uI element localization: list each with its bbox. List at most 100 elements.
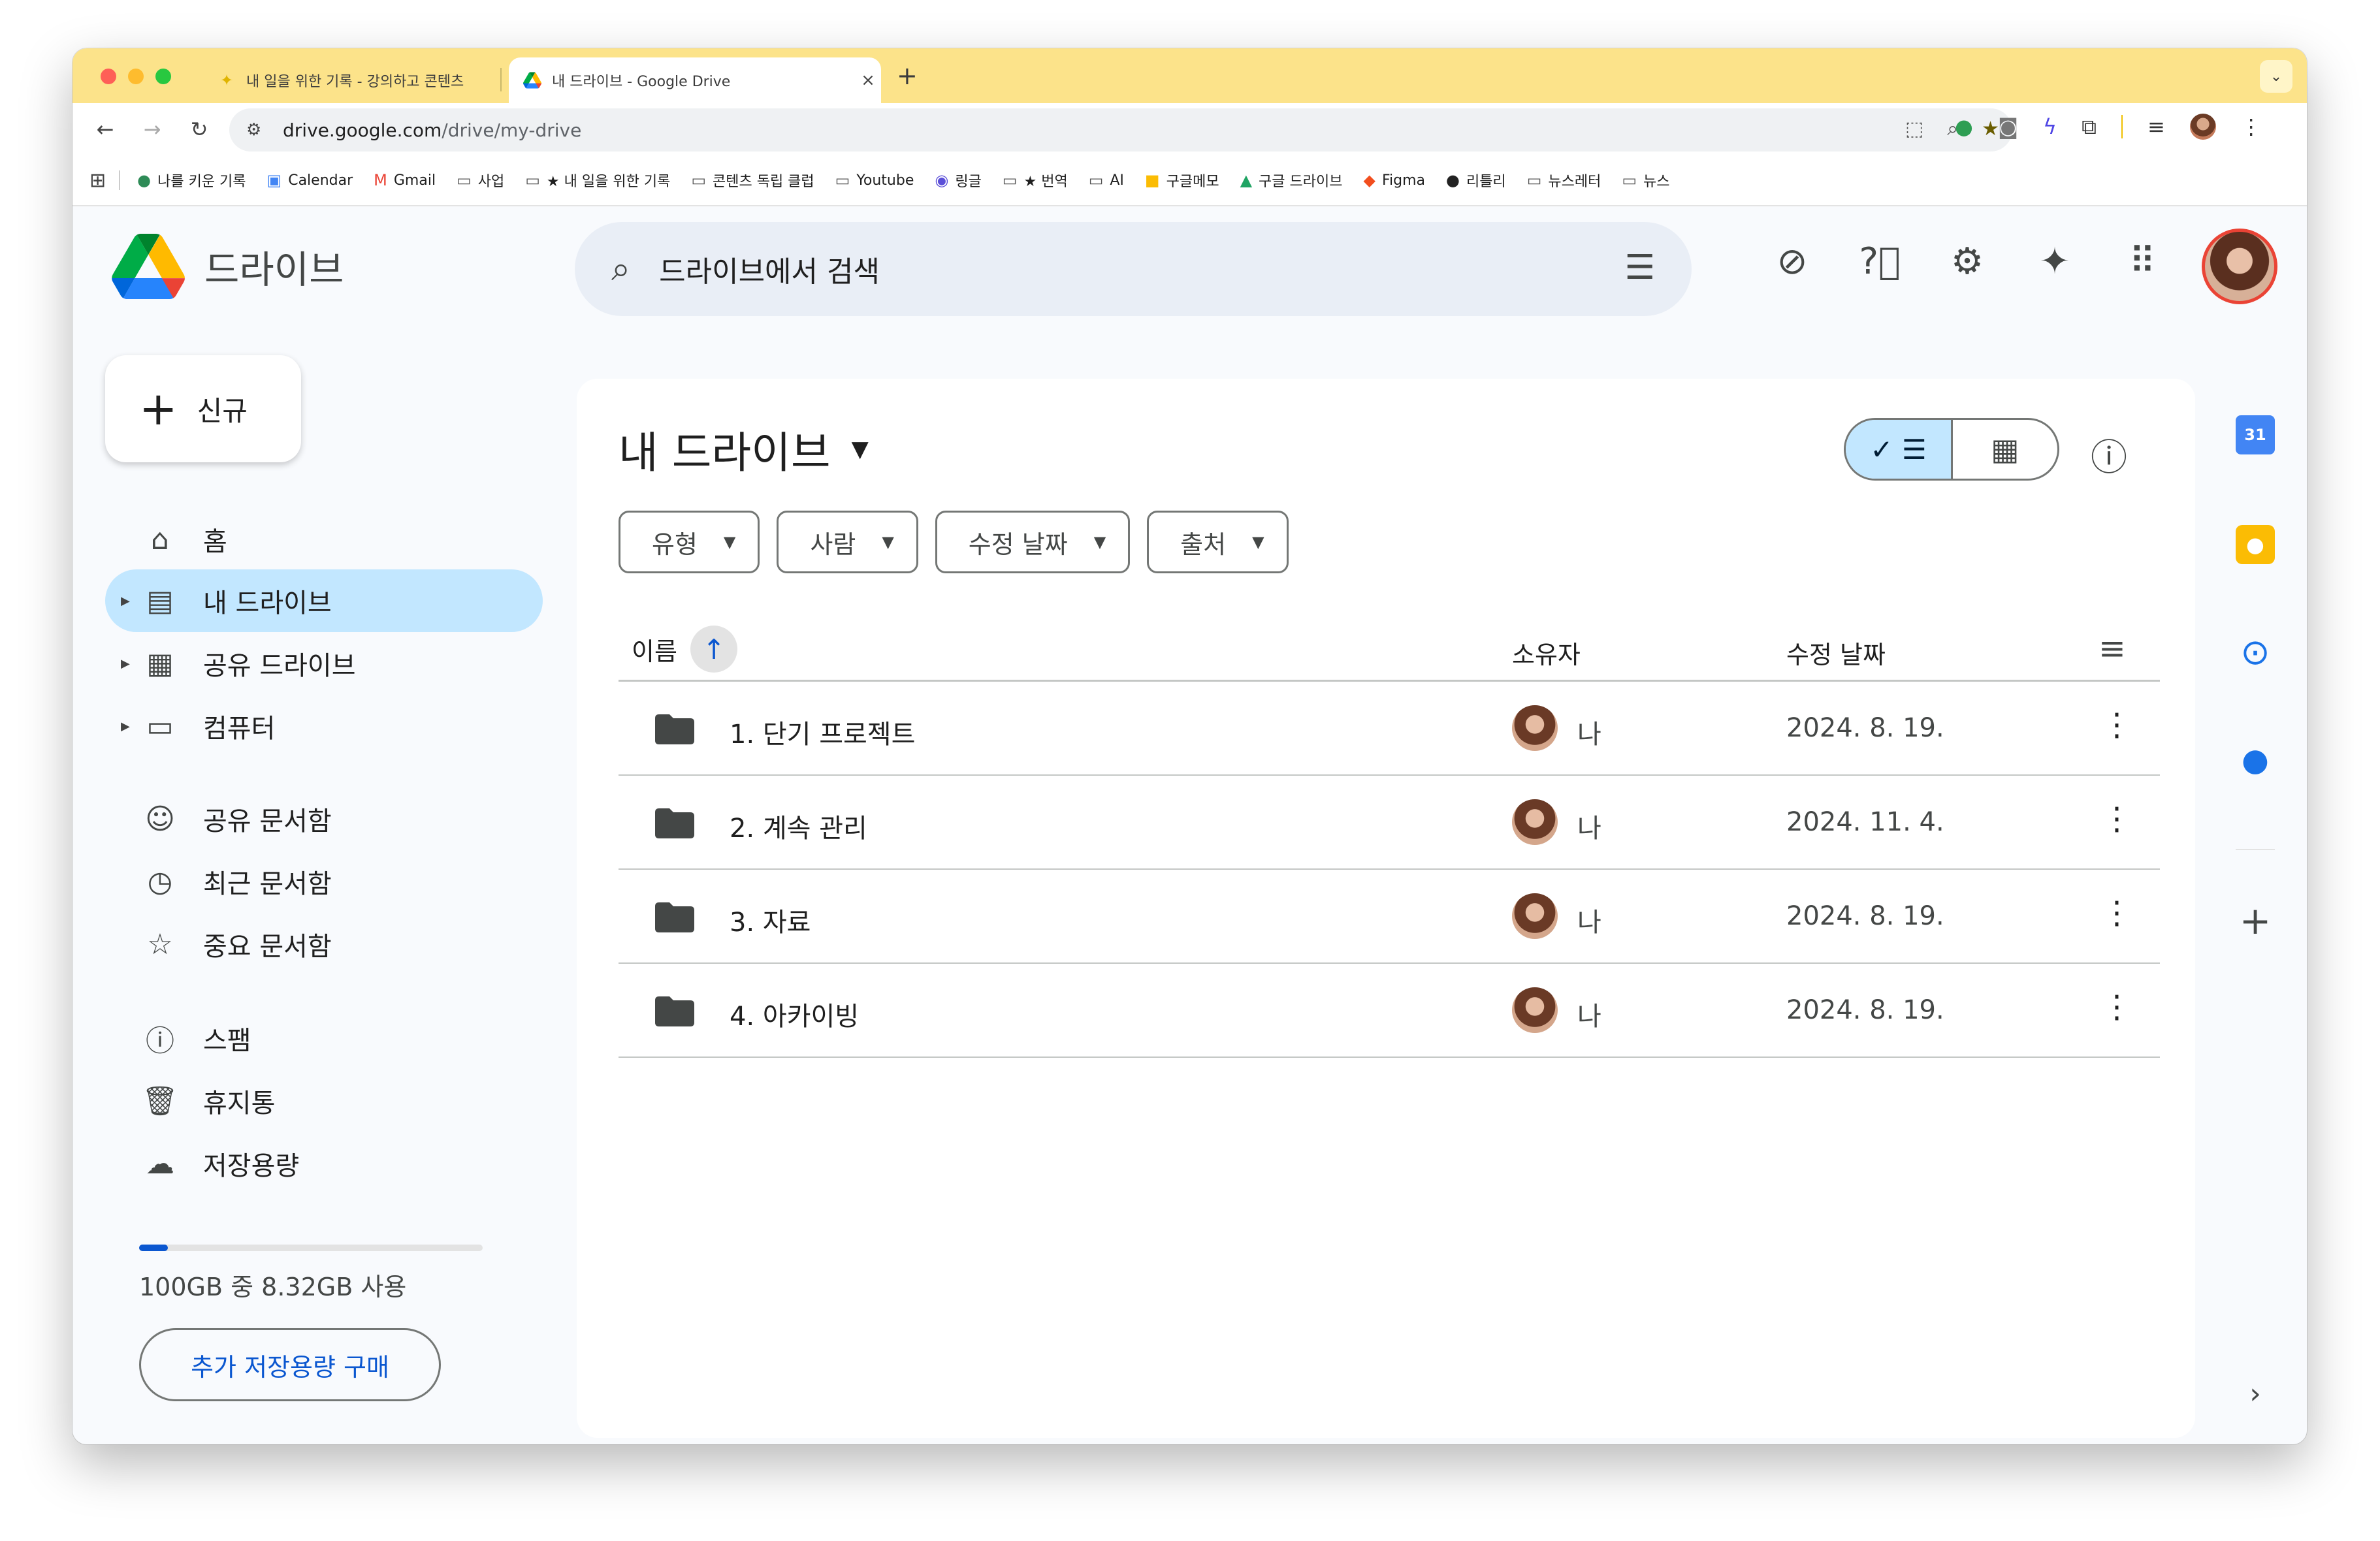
bookmark-item[interactable]: ▣ Calendar [267, 171, 353, 189]
sort-options-icon[interactable]: ≡ [2099, 629, 2126, 667]
list-view-button[interactable]: ✓ ☰ [1846, 420, 1953, 479]
calendar-icon[interactable]: 31 [2236, 415, 2275, 454]
buy-storage-button[interactable]: 추가 저장용량 구매 [139, 1328, 441, 1401]
minimize-window-button[interactable] [128, 69, 144, 84]
camera-icon[interactable]: ◙ [1998, 114, 2018, 139]
address-bar[interactable]: ⚙ drive.google.com/drive/my-drive ⬚ ⌕ ★ [229, 108, 2012, 151]
search-icon[interactable]: ⌕ [611, 249, 630, 289]
more-actions-icon[interactable]: ⋮ [2101, 989, 2132, 1025]
folder-icon: ▭ [525, 171, 540, 189]
bookmark-item[interactable]: ▭ 뉴스 [1622, 170, 1669, 191]
filter-chip-source[interactable]: 출처 ▼ [1147, 511, 1289, 573]
new-tab-button[interactable]: + [897, 61, 918, 90]
profile-avatar[interactable] [2189, 114, 2216, 140]
tab-google-drive[interactable]: 내 드라이브 - Google Drive × [509, 57, 881, 103]
sidebar-item-shared-drives[interactable]: ▶ ▦ 공유 드라이브 [105, 632, 543, 695]
more-actions-icon[interactable]: ⋮ [2101, 707, 2132, 743]
filter-chip-people[interactable]: 사람 ▼ [777, 511, 918, 573]
bookmark-item[interactable]: ▭ Youtube [835, 171, 914, 189]
bookmarks-bar: ⊞ ● 나를 키운 기록 ▣ Calendar M Gmail ▭ 사업 ▭ ★ 내 일을… [72, 155, 2307, 206]
search-placeholder[interactable]: 드라이브에서 검색 [659, 248, 880, 290]
tasks-icon[interactable]: ⊙ [2236, 631, 2275, 673]
bookmark-label: 나를 키운 기록 [157, 174, 246, 190]
new-button[interactable]: + 신규 [105, 355, 301, 462]
bookmark-item[interactable]: M Gmail [374, 171, 436, 189]
sidebar-item-starred[interactable]: ☆ 중요 문서함 [105, 913, 543, 976]
chevron-down-icon[interactable]: ⌄ [2260, 60, 2292, 93]
close-icon[interactable]: × [855, 71, 881, 90]
file-name[interactable]: 2. 계속 관리 [730, 807, 867, 845]
apps-grid-icon[interactable]: ⊞ [89, 169, 106, 192]
drive-logo[interactable]: 드라이브 [112, 234, 344, 299]
install-app-icon[interactable]: ⬚ [1905, 118, 1923, 140]
file-name[interactable]: 3. 자료 [730, 901, 811, 939]
gemini-sparkle-icon[interactable]: ✦ [2033, 240, 2076, 283]
file-name[interactable]: 4. 아카이빙 [730, 995, 859, 1033]
bookmark-item[interactable]: ● 나를 키운 기록 [137, 170, 246, 191]
help-icon[interactable]: ?⃝ [1858, 240, 1901, 283]
sidebar-item-my-drive[interactable]: ▶ ▤ 내 드라이브 [105, 569, 543, 632]
lightning-icon[interactable]: ϟ [2043, 114, 2057, 139]
close-window-button[interactable] [101, 69, 116, 84]
sidebar-item-recent[interactable]: ◷ 최근 문서함 [105, 850, 543, 913]
filter-chip-modified[interactable]: 수정 날짜 ▼ [935, 511, 1131, 573]
reload-icon[interactable]: ↻ [185, 115, 214, 144]
filter-chip-type[interactable]: 유형 ▼ [619, 511, 760, 573]
grid-view-button[interactable]: ▦ [1953, 420, 2057, 479]
back-arrow-icon[interactable]: ← [91, 115, 120, 144]
table-row[interactable]: 3. 자료 나 2024. 8. 19. ⋮ [619, 870, 2160, 964]
sidebar-item-home[interactable]: ⌂ 홈 [105, 508, 543, 571]
evernote-icon[interactable]: ● [1955, 114, 1973, 139]
file-name[interactable]: 1. 단기 프로젝트 [730, 713, 915, 751]
bookmark-item[interactable]: ◉ 링글 [935, 170, 981, 191]
sort-ascending-arrow-icon[interactable]: ↑ [690, 626, 737, 673]
bookmark-item[interactable]: ● 리틀리 [1446, 170, 1506, 191]
forward-arrow-icon[interactable]: → [138, 115, 167, 144]
page-title[interactable]: 내 드라이브 ▼ [619, 418, 869, 481]
toolbar-divider [2121, 115, 2123, 138]
site-settings-icon[interactable]: ⚙ [246, 120, 272, 140]
keep-notes-icon[interactable]: ● [2236, 525, 2275, 564]
more-actions-icon[interactable]: ⋮ [2101, 801, 2132, 837]
expand-caret-icon[interactable]: ▶ [121, 720, 130, 733]
expand-caret-icon[interactable]: ▶ [121, 657, 130, 671]
url-text[interactable]: drive.google.com/drive/my-drive [283, 119, 581, 141]
sidebar-item-shared-with-me[interactable]: ☺ 공유 문서함 [105, 787, 543, 850]
more-menu-icon[interactable]: ⋮ [2241, 114, 2262, 139]
bookmark-item[interactable]: ▭ ★ 번역 [1003, 170, 1068, 191]
maximize-window-button[interactable] [155, 69, 171, 84]
bookmark-item[interactable]: ▭ AI [1089, 171, 1124, 189]
bookmark-item[interactable]: ▭ ★ 내 일을 위한 기록 [525, 170, 670, 191]
bookmark-item[interactable]: ◆ Figma [1363, 171, 1425, 189]
table-row[interactable]: 1. 단기 프로젝트 나 2024. 8. 19. ⋮ [619, 682, 2160, 776]
column-header-modified[interactable]: 수정 날짜 [1786, 635, 1886, 671]
table-row[interactable]: 4. 아카이빙 나 2024. 8. 19. ⋮ [619, 964, 2160, 1058]
column-header-name[interactable]: 이름 ↑ [632, 626, 737, 673]
sidebar-item-spam[interactable]: ⓘ 스팸 [105, 1007, 543, 1070]
reading-list-icon[interactable]: ≡ [2147, 114, 2165, 139]
google-apps-icon[interactable]: ⠿ [2121, 240, 2164, 283]
drive-search-bar[interactable]: ⌕ 드라이브에서 검색 ☰ [575, 222, 1692, 316]
contacts-icon[interactable]: ● [2236, 740, 2275, 780]
drive-icon: ▲ [1240, 171, 1253, 189]
chevron-right-icon[interactable]: › [2236, 1374, 2275, 1413]
table-row[interactable]: 2. 계속 관리 나 2024. 11. 4. ⋮ [619, 776, 2160, 870]
star-icon: ☆ [147, 927, 173, 961]
offline-ready-icon[interactable]: ⊘ [1771, 240, 1814, 283]
puzzle-icon[interactable]: ⧉ [2082, 114, 2097, 140]
more-actions-icon[interactable]: ⋮ [2101, 895, 2132, 931]
add-addon-icon[interactable]: + [2236, 898, 2275, 943]
sidebar-item-trash[interactable]: 🗑 휴지통 [105, 1070, 543, 1132]
bookmark-item[interactable]: ▭ 뉴스레터 [1527, 170, 1601, 191]
expand-caret-icon[interactable]: ▶ [121, 594, 130, 608]
bookmark-item[interactable]: ▭ 콘텐츠 독립 클럽 [691, 170, 814, 191]
bookmark-item[interactable]: ■ 구글메모 [1145, 170, 1219, 191]
search-options-icon[interactable]: ☰ [1624, 248, 1655, 287]
sidebar-item-computers[interactable]: ▶ ▭ 컴퓨터 [105, 695, 543, 757]
bookmark-item[interactable]: ▲ 구글 드라이브 [1240, 170, 1343, 191]
bookmark-item[interactable]: ▭ 사업 [457, 170, 504, 191]
figma-icon: ◆ [1363, 171, 1375, 189]
info-icon[interactable]: ⓘ [2091, 428, 2127, 481]
settings-gear-icon[interactable]: ⚙ [1946, 240, 1989, 283]
sidebar-item-storage[interactable]: ☁ 저장용량 [105, 1132, 543, 1195]
